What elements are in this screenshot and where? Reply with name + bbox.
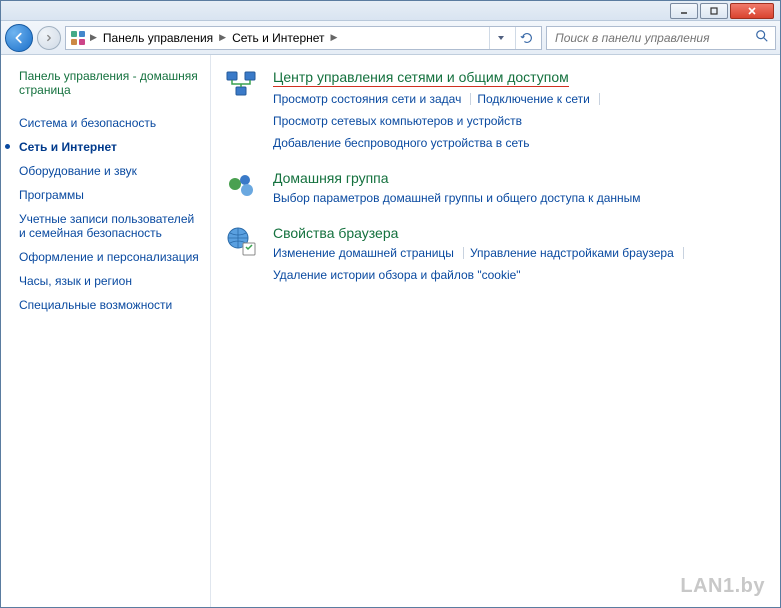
close-icon bbox=[747, 6, 757, 16]
section-internet-options: Свойства браузера Изменение домашней стр… bbox=[225, 225, 770, 284]
body: Панель управления - домашняя страница Си… bbox=[1, 55, 780, 607]
breadcrumb-item[interactable]: Сеть и Интернет bbox=[230, 31, 326, 45]
homegroup-icon bbox=[225, 170, 257, 202]
arrow-right-icon bbox=[44, 33, 54, 43]
sidebar-item-system-security[interactable]: Система и безопасность bbox=[19, 111, 200, 135]
breadcrumb-separator[interactable]: ▶ bbox=[90, 32, 97, 43]
sidebar: Панель управления - домашняя страница Си… bbox=[1, 55, 211, 607]
address-dropdown-button[interactable] bbox=[489, 27, 511, 49]
refresh-icon bbox=[520, 31, 534, 45]
sidebar-item-hardware-sound[interactable]: Оборудование и звук bbox=[19, 159, 200, 183]
section-title-network-sharing[interactable]: Центр управления сетями и общим доступом bbox=[273, 69, 569, 87]
link-connect-network[interactable]: Подключение к сети bbox=[477, 90, 599, 108]
section-links: Изменение домашней страницы Управление н… bbox=[273, 244, 770, 284]
section-title-homegroup[interactable]: Домашняя группа bbox=[273, 170, 770, 186]
search-input[interactable] bbox=[553, 30, 755, 46]
link-add-wireless-device[interactable]: Добавление беспроводного устройства в се… bbox=[273, 134, 540, 152]
arrow-left-icon bbox=[12, 31, 26, 45]
maximize-icon bbox=[709, 6, 719, 16]
titlebar bbox=[1, 1, 780, 21]
section-text-col: Домашняя группа Выбор параметров домашне… bbox=[273, 170, 770, 207]
link-view-network-computers[interactable]: Просмотр сетевых компьютеров и устройств bbox=[273, 112, 532, 130]
control-panel-window: ▶ Панель управления ▶ Сеть и Интернет ▶ … bbox=[0, 0, 781, 608]
window-buttons bbox=[670, 3, 780, 19]
link-manage-addons[interactable]: Управление надстройками браузера bbox=[470, 244, 684, 262]
sidebar-item-network-internet[interactable]: Сеть и Интернет bbox=[19, 135, 200, 159]
link-delete-history-cookies[interactable]: Удаление истории обзора и файлов "cookie… bbox=[273, 266, 531, 284]
link-view-network-status[interactable]: Просмотр состояния сети и задач bbox=[273, 90, 471, 108]
breadcrumb-separator[interactable]: ▶ bbox=[331, 32, 338, 43]
maximize-button[interactable] bbox=[700, 3, 728, 19]
chevron-down-icon bbox=[497, 34, 505, 42]
close-button[interactable] bbox=[730, 3, 774, 19]
minimize-button[interactable] bbox=[670, 3, 698, 19]
forward-button[interactable] bbox=[37, 26, 61, 50]
sidebar-item-programs[interactable]: Программы bbox=[19, 183, 200, 207]
network-center-icon bbox=[225, 69, 257, 101]
sidebar-item-user-accounts[interactable]: Учетные записи пользователей и семейная … bbox=[19, 207, 200, 245]
refresh-button[interactable] bbox=[515, 27, 537, 49]
search-box[interactable] bbox=[546, 26, 776, 50]
section-homegroup: Домашняя группа Выбор параметров домашне… bbox=[225, 170, 770, 207]
section-network-sharing: Центр управления сетями и общим доступом… bbox=[225, 69, 770, 152]
internet-options-icon bbox=[225, 225, 257, 257]
section-links: Выбор параметров домашней группы и общег… bbox=[273, 189, 770, 207]
section-title-internet-options[interactable]: Свойства браузера bbox=[273, 225, 770, 241]
sidebar-item-appearance[interactable]: Оформление и персонализация bbox=[19, 245, 200, 269]
link-change-homepage[interactable]: Изменение домашней страницы bbox=[273, 244, 464, 262]
control-panel-icon bbox=[70, 30, 86, 46]
watermark: LAN1.by bbox=[680, 575, 765, 598]
section-icon-col bbox=[225, 69, 261, 152]
breadcrumb-item[interactable]: Панель управления bbox=[101, 31, 215, 45]
sidebar-item-ease-of-access[interactable]: Специальные возможности bbox=[19, 293, 200, 317]
section-text-col: Свойства браузера Изменение домашней стр… bbox=[273, 225, 770, 284]
section-text-col: Центр управления сетями и общим доступом… bbox=[273, 69, 770, 152]
link-homegroup-settings[interactable]: Выбор параметров домашней группы и общег… bbox=[273, 189, 651, 207]
breadcrumb-separator[interactable]: ▶ bbox=[219, 32, 226, 43]
section-icon-col bbox=[225, 170, 261, 207]
sidebar-item-clock-language[interactable]: Часы, язык и регион bbox=[19, 269, 200, 293]
search-icon[interactable] bbox=[755, 29, 769, 46]
content-area: Центр управления сетями и общим доступом… bbox=[211, 55, 780, 607]
control-panel-home-link[interactable]: Панель управления - домашняя страница bbox=[19, 69, 200, 97]
back-button[interactable] bbox=[5, 24, 33, 52]
address-bar[interactable]: ▶ Панель управления ▶ Сеть и Интернет ▶ bbox=[65, 26, 542, 50]
section-links: Просмотр состояния сети и задач Подключе… bbox=[273, 90, 770, 152]
minimize-icon bbox=[679, 6, 689, 16]
section-icon-col bbox=[225, 225, 261, 284]
navigation-bar: ▶ Панель управления ▶ Сеть и Интернет ▶ bbox=[1, 21, 780, 55]
